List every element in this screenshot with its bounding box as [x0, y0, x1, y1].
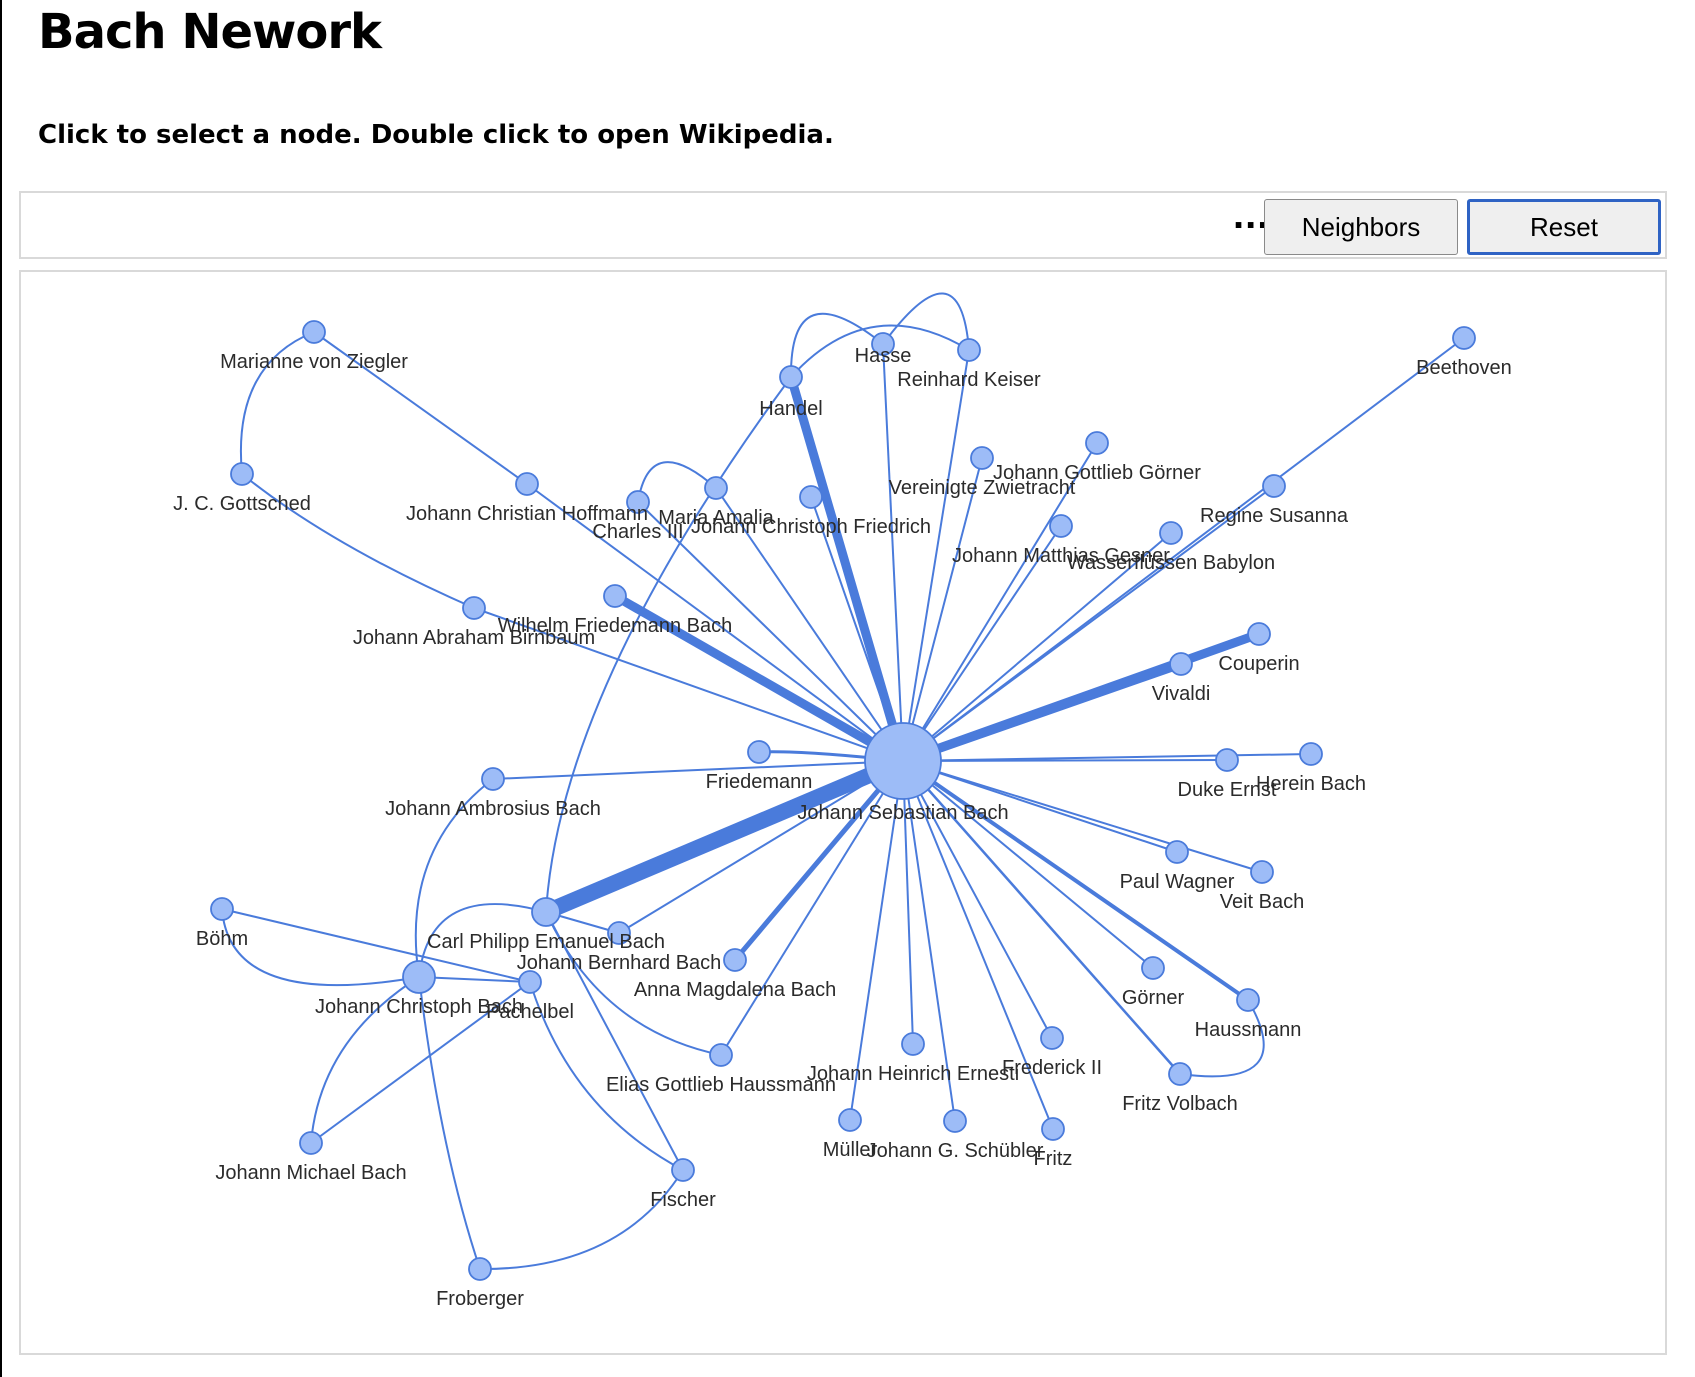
edge-hasse-keiser — [882, 292, 970, 351]
node-label-amb: Anna Magdalena Bach — [634, 979, 836, 1001]
node-label-jbb: Johann Bernhard Bach — [517, 952, 722, 974]
node-label-regine: Regine Susanna — [1200, 505, 1349, 527]
node-label-babylon: Wasserflüssen Babylon — [1067, 552, 1275, 574]
edge-jsb-vivaldi — [901, 659, 1183, 766]
node-wagner[interactable] — [1165, 840, 1189, 864]
node-couperin[interactable] — [1247, 622, 1271, 646]
node-friedemann[interactable] — [747, 740, 771, 764]
node-label-froberger: Froberger — [436, 1288, 524, 1310]
instructions-text: Click to select a node. Double click to … — [38, 120, 834, 150]
node-label-hasse: Hasse — [855, 345, 912, 367]
node-volbach[interactable] — [1168, 1062, 1192, 1086]
node-label-gottsched: J. C. Gottsched — [173, 493, 311, 515]
edge-jsb-zwietracht — [902, 457, 983, 762]
edge-fischer-froberger — [479, 1169, 684, 1271]
node-label-ziegler: Marianne von Ziegler — [220, 351, 408, 373]
node-vivaldi[interactable] — [1169, 652, 1193, 676]
neighbors-button[interactable]: Neighbors — [1264, 199, 1458, 255]
node-label-egh: Elias Gottlieb Haussmann — [606, 1074, 836, 1096]
node-label-beethoven: Beethoven — [1416, 357, 1512, 379]
node-label-wfb: Wilhelm Friedemann Bach — [498, 615, 733, 637]
node-label-wagner: Paul Wagner — [1120, 871, 1235, 893]
node-schubler[interactable] — [943, 1109, 967, 1133]
node-amb[interactable] — [723, 948, 747, 972]
node-label-jmb: Johann Michael Bach — [215, 1162, 406, 1184]
edge-jsb-jab — [492, 760, 904, 780]
node-beethoven[interactable] — [1452, 326, 1476, 350]
node-hoffmann[interactable] — [515, 472, 539, 496]
node-label-gorner: Görner — [1122, 987, 1185, 1009]
node-label-fischer: Fischer — [650, 1189, 716, 1211]
node-ziegler[interactable] — [302, 320, 326, 344]
node-egh[interactable] — [709, 1043, 733, 1067]
node-label-jsb: Johann Sebastian Bach — [797, 802, 1008, 824]
node-birnbaum[interactable] — [462, 596, 486, 620]
node-ernesti[interactable] — [901, 1032, 925, 1056]
node-label-cpe: Carl Philipp Emanuel Bach — [427, 931, 665, 953]
node-gorner_jg[interactable] — [1085, 431, 1109, 455]
node-label-schubler: Johann G. Schübler — [867, 1140, 1044, 1162]
node-label-bohm: Böhm — [196, 928, 248, 950]
node-fritz[interactable] — [1041, 1117, 1065, 1141]
node-muller[interactable] — [838, 1108, 862, 1132]
node-gottsched[interactable] — [230, 462, 254, 486]
node-label-veit: Veit Bach — [1220, 891, 1305, 913]
node-label-couperin: Couperin — [1218, 653, 1299, 675]
edge-charles-amalia — [637, 461, 717, 503]
page-title: Bach Nework — [38, 4, 382, 60]
node-label-haussmann: Haussmann — [1195, 1019, 1302, 1041]
node-babylon[interactable] — [1159, 521, 1183, 545]
node-label-keiser: Reinhard Keiser — [897, 369, 1041, 391]
node-label-jab: Johann Ambrosius Bach — [385, 798, 601, 820]
node-label-volbach: Fritz Volbach — [1122, 1093, 1238, 1115]
node-label-pachelbel: Pachelbel — [486, 1001, 574, 1023]
node-frederick[interactable] — [1040, 1026, 1064, 1050]
node-label-fritz: Fritz — [1034, 1148, 1073, 1170]
node-label-jcf: Johann Christoph Friedrich — [691, 516, 931, 538]
node-froberger[interactable] — [468, 1257, 492, 1281]
toolbar: ... Neighbors Reset — [19, 191, 1667, 259]
node-pachelbel[interactable] — [518, 970, 542, 994]
node-keiser[interactable] — [957, 338, 981, 362]
node-duke[interactable] — [1215, 748, 1239, 772]
node-jcb[interactable] — [402, 960, 436, 994]
window-left-border — [0, 0, 2, 1377]
node-wfb[interactable] — [603, 584, 627, 608]
node-label-handel: Handel — [759, 398, 822, 420]
node-veit[interactable] — [1250, 860, 1274, 884]
node-gesner[interactable] — [1049, 514, 1073, 538]
reset-button[interactable]: Reset — [1467, 199, 1661, 255]
network-graph[interactable]: Johann Sebastian Bach Marianne von Ziegle… — [21, 272, 1665, 1353]
node-gorner[interactable] — [1141, 956, 1165, 980]
node-label-ernesti: Johann Heinrich Ernesti — [807, 1063, 1019, 1085]
node-label-gorner_jg: Johann Gottlieb Görner — [993, 462, 1201, 484]
edge-jsb-regine — [902, 485, 1275, 762]
node-jab[interactable] — [481, 767, 505, 791]
node-label-vivaldi: Vivaldi — [1152, 683, 1211, 705]
node-amalia[interactable] — [704, 476, 728, 500]
node-label-friedemann: Friedemann — [706, 771, 813, 793]
node-jsb[interactable] — [864, 722, 942, 800]
node-herein[interactable] — [1299, 742, 1323, 766]
node-label-herein: Herein Bach — [1256, 773, 1366, 795]
node-label-frederick: Frederick II — [1002, 1057, 1102, 1079]
edge-bohm-jcb — [221, 908, 420, 987]
node-regine[interactable] — [1262, 474, 1286, 498]
node-jcf[interactable] — [799, 485, 823, 509]
node-zwietracht[interactable] — [970, 446, 994, 470]
edge-jcb-froberger — [418, 976, 481, 1270]
node-haussmann[interactable] — [1236, 988, 1260, 1012]
node-bohm[interactable] — [210, 897, 234, 921]
node-handel[interactable] — [779, 365, 803, 389]
node-cpe[interactable] — [531, 897, 561, 927]
node-fischer[interactable] — [671, 1158, 695, 1182]
network-canvas[interactable]: Johann Sebastian Bach Marianne von Ziegle… — [19, 270, 1667, 1355]
node-jmb[interactable] — [299, 1131, 323, 1155]
edge-jsb-gorner — [902, 760, 1154, 969]
